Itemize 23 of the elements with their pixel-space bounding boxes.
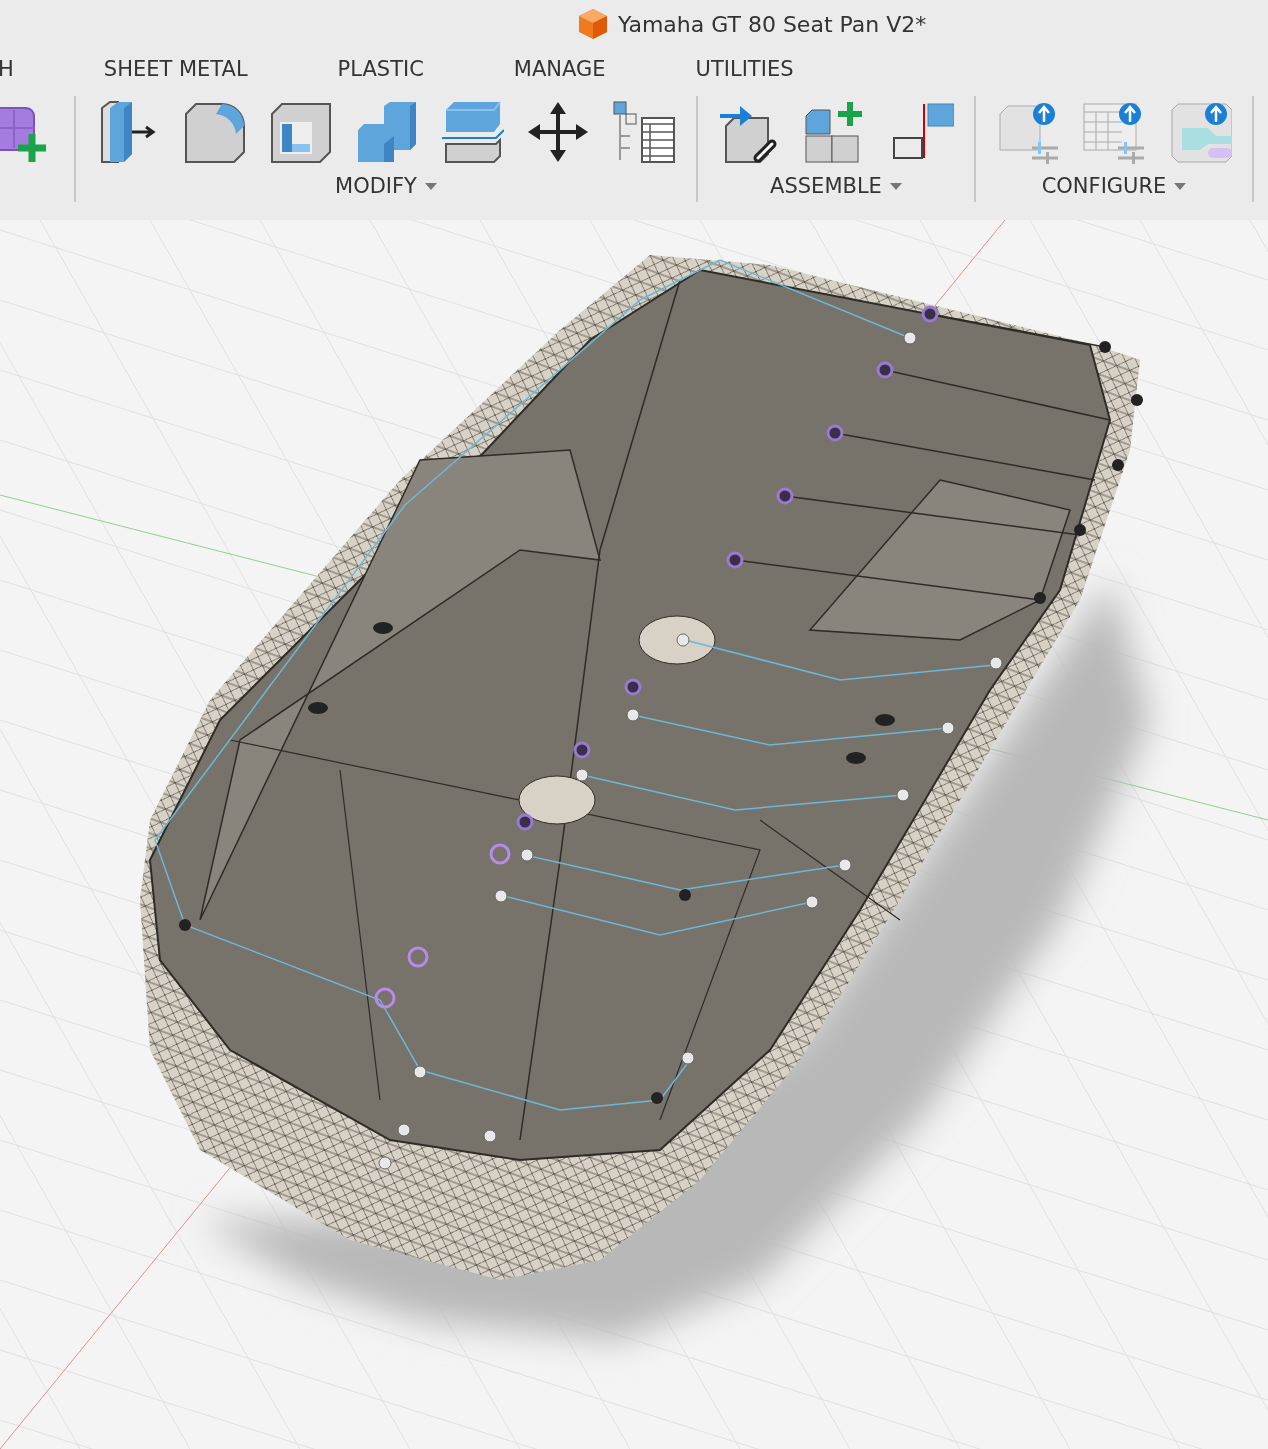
box-sliders-icon[interactable]: [996, 100, 1060, 164]
group-menu-label[interactable]: ASSEMBLE: [770, 174, 882, 198]
toolbar-tab[interactable]: UTILITIES: [695, 54, 794, 86]
split-box-icon[interactable]: [440, 100, 504, 164]
rounded-box-icon[interactable]: [182, 100, 246, 164]
group-menu-label[interactable]: CONFIGURE: [1041, 174, 1167, 198]
move-arrows-icon[interactable]: [526, 100, 590, 164]
hollow-box-icon[interactable]: [268, 100, 332, 164]
toolbar-tab[interactable]: PLASTIC: [337, 54, 424, 86]
grid-sliders-icon[interactable]: [1082, 100, 1146, 164]
group-menu-label[interactable]: MODIFY: [335, 174, 417, 198]
toolbar-tab[interactable]: SHEET METAL: [103, 54, 248, 86]
toolbar-tab[interactable]: H: [0, 54, 14, 86]
window-title: Yamaha GT 80 Seat Pan V2*: [618, 11, 927, 37]
table-tree-icon[interactable]: [612, 100, 676, 164]
caret-icon[interactable]: [889, 182, 902, 190]
caret-icon[interactable]: [424, 182, 437, 190]
caret-icon[interactable]: [1174, 182, 1187, 190]
cube-icon: [578, 8, 608, 40]
panel-arrow-icon[interactable]: [1168, 100, 1232, 164]
toolbar-tab[interactable]: MANAGE: [513, 54, 606, 86]
seat-pan-model-drawing[interactable]: [140, 255, 1150, 1340]
viewport-canvas[interactable]: [0, 220, 1268, 1449]
